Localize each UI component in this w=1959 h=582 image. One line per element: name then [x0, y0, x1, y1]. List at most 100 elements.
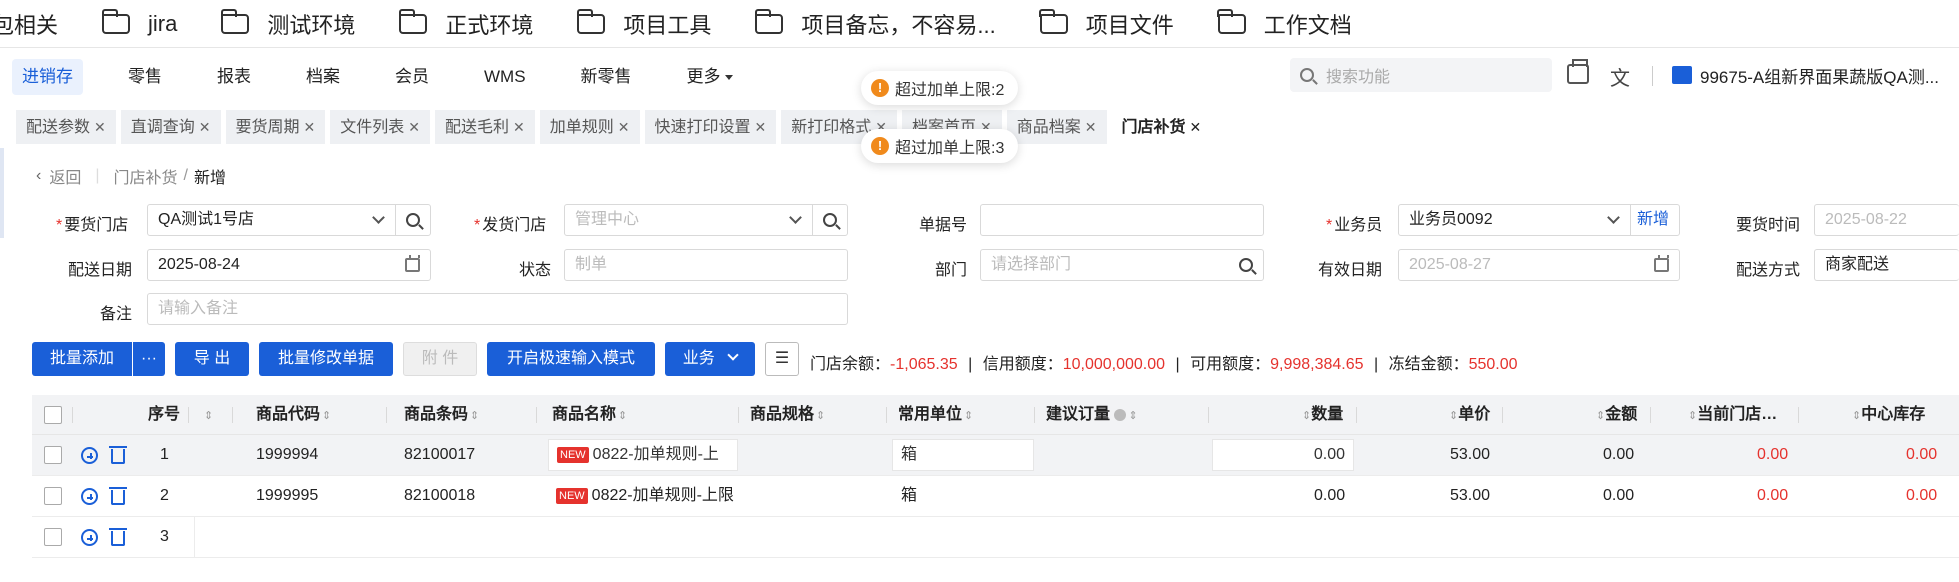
nav-item-inventory[interactable]: 进销存: [12, 59, 83, 95]
request-time-label: 要货时间: [1736, 217, 1801, 234]
close-icon[interactable]: ✕: [304, 119, 316, 135]
doc-no-input[interactable]: [980, 204, 1264, 236]
fast-input-mode-button[interactable]: 开启极速输入模式: [487, 342, 655, 376]
tab-delivery-params[interactable]: 配送参数 ✕: [16, 110, 116, 144]
col-product-name[interactable]: 商品名称 ⇕: [552, 395, 627, 435]
tab-order-cycle[interactable]: 要货周期 ✕: [225, 110, 326, 144]
nav-item-members[interactable]: 会员: [385, 59, 439, 95]
nav-item-reports[interactable]: 报表: [207, 59, 261, 95]
breadcrumb: ‹ 返回 | 门店补货 / 新增: [36, 164, 226, 188]
ship-store-select[interactable]: 管理中心: [564, 204, 848, 236]
col-store-stock[interactable]: ⇕当前门店…: [1686, 395, 1777, 435]
close-icon[interactable]: ✕: [1085, 119, 1097, 135]
row-checkbox[interactable]: [44, 528, 62, 546]
add-salesman-link[interactable]: 新增: [1637, 205, 1669, 235]
printer-icon[interactable]: [1567, 59, 1589, 84]
nav-item-more[interactable]: 更多: [677, 59, 743, 95]
tab-quick-print-settings[interactable]: 快速打印设置 ✕: [644, 110, 777, 144]
delete-row-icon[interactable]: [109, 446, 127, 464]
col-suggested-qty[interactable]: 建议订量 ⇕: [1046, 395, 1138, 435]
help-icon[interactable]: [1114, 408, 1127, 421]
col-spec[interactable]: 商品规格 ⇕: [750, 395, 825, 435]
row-checkbox[interactable]: [44, 487, 62, 505]
row-checkbox[interactable]: [44, 446, 62, 464]
col-barcode[interactable]: 商品条码 ⇕: [404, 395, 479, 435]
delete-row-icon[interactable]: [109, 528, 127, 546]
business-dropdown-button[interactable]: 业务: [665, 342, 755, 376]
tab-product-archive[interactable]: 商品档案 ✕: [1006, 110, 1107, 144]
bookmark-item[interactable]: 包相关: [0, 8, 58, 40]
product-code-link[interactable]: 1999995: [256, 476, 318, 516]
close-icon[interactable]: ✕: [618, 119, 630, 135]
add-row-icon[interactable]: [81, 447, 98, 464]
bookmark-folder[interactable]: 测试环境: [220, 8, 355, 40]
chevron-down-icon: [727, 349, 739, 361]
tab-delivery-margin[interactable]: 配送毛利 ✕: [435, 110, 535, 144]
bookmark-folder[interactable]: 正式环境: [398, 8, 533, 40]
store-balance-value: -1,065.35: [890, 356, 958, 373]
nav-item-archives[interactable]: 档案: [296, 59, 350, 95]
col-product-code[interactable]: 商品代码 ⇕: [256, 395, 331, 435]
request-store-select[interactable]: QA测试1号店: [147, 204, 431, 236]
close-icon[interactable]: ✕: [1190, 119, 1202, 135]
search-icon[interactable]: [1239, 258, 1253, 272]
bookmark-folder[interactable]: 项目备忘，不容易...: [754, 8, 996, 40]
product-name-cell[interactable]: NEW0822-加单规则-上限: [548, 476, 738, 516]
request-time-input[interactable]: 2025-08-22: [1814, 204, 1959, 236]
current-store-label[interactable]: 99675-A组新界面果蔬版QA测...: [1700, 63, 1939, 88]
close-icon[interactable]: ✕: [513, 119, 525, 135]
folder-icon: [220, 8, 250, 34]
status-label: 状态: [519, 262, 552, 279]
translate-icon[interactable]: 文: [1610, 62, 1630, 91]
delivery-date-picker[interactable]: 2025-08-24: [147, 249, 431, 281]
batch-add-button[interactable]: 批量添加: [32, 342, 132, 376]
col-unit[interactable]: 常用单位 ⇕: [898, 395, 973, 435]
close-icon[interactable]: ✕: [199, 119, 211, 135]
bookmark-folder[interactable]: jira: [101, 8, 177, 37]
nav-item-wms[interactable]: WMS: [474, 59, 536, 95]
delivery-method-select[interactable]: 商家配送: [1814, 249, 1959, 281]
col-amount[interactable]: ⇕金额: [1594, 395, 1637, 435]
nav-item-retail[interactable]: 零售: [118, 59, 172, 95]
nav-item-new-retail[interactable]: 新零售: [571, 59, 642, 95]
sort-icon[interactable]: ⇕: [202, 395, 213, 435]
export-button[interactable]: 导 出: [175, 342, 249, 376]
select-all-checkbox[interactable]: [44, 406, 62, 424]
bookmark-folder[interactable]: 工作文档: [1217, 8, 1352, 40]
batch-add-more-button[interactable]: ···: [133, 342, 165, 376]
table-row: 3: [32, 517, 1959, 558]
department-select[interactable]: 请选择部门: [980, 249, 1264, 281]
search-icon[interactable]: [823, 213, 837, 227]
bookmark-folder[interactable]: 项目工具: [576, 8, 711, 40]
close-icon[interactable]: ✕: [408, 119, 420, 135]
remark-input[interactable]: 请输入备注: [147, 293, 848, 325]
product-code-link[interactable]: 1999994: [256, 435, 318, 475]
add-row-icon[interactable]: [81, 529, 98, 546]
batch-edit-button[interactable]: 批量修改单据: [259, 342, 393, 376]
tab-add-order-rules[interactable]: 加单规则 ✕: [539, 110, 640, 144]
chevron-left-icon[interactable]: ‹: [36, 167, 41, 185]
tab-store-replenish[interactable]: 门店补货 ✕: [1111, 110, 1212, 144]
column-settings-button[interactable]: ☰: [765, 342, 799, 376]
bookmark-folder[interactable]: 项目文件: [1039, 8, 1174, 40]
search-icon[interactable]: [406, 213, 420, 227]
tab-file-list[interactable]: 文件列表 ✕: [330, 110, 430, 144]
qty-input[interactable]: 0.00: [1212, 439, 1354, 471]
attachment-button[interactable]: 附 件: [403, 342, 477, 376]
col-price[interactable]: ⇕单价: [1447, 395, 1490, 435]
salesman-select[interactable]: 业务员0092 新增: [1398, 204, 1680, 236]
close-icon[interactable]: ✕: [755, 119, 767, 135]
back-link[interactable]: 返回: [49, 164, 81, 188]
function-search-input[interactable]: 搜索功能: [1290, 58, 1552, 92]
delivery-method-label: 配送方式: [1736, 262, 1801, 279]
product-name-cell[interactable]: NEW0822-加单规则-上限: [548, 439, 738, 471]
breadcrumb-parent[interactable]: 门店补货: [114, 164, 178, 188]
col-qty[interactable]: ⇕数量: [1300, 395, 1343, 435]
close-icon[interactable]: ✕: [94, 119, 106, 135]
valid-date-picker[interactable]: 2025-08-27: [1398, 249, 1680, 281]
add-row-icon[interactable]: [81, 488, 98, 505]
unit-select[interactable]: 箱: [892, 439, 1034, 471]
tab-direct-transfer[interactable]: 直调查询 ✕: [120, 110, 221, 144]
delete-row-icon[interactable]: [109, 487, 127, 505]
col-center-stock[interactable]: ⇕中心库存: [1850, 395, 1925, 435]
